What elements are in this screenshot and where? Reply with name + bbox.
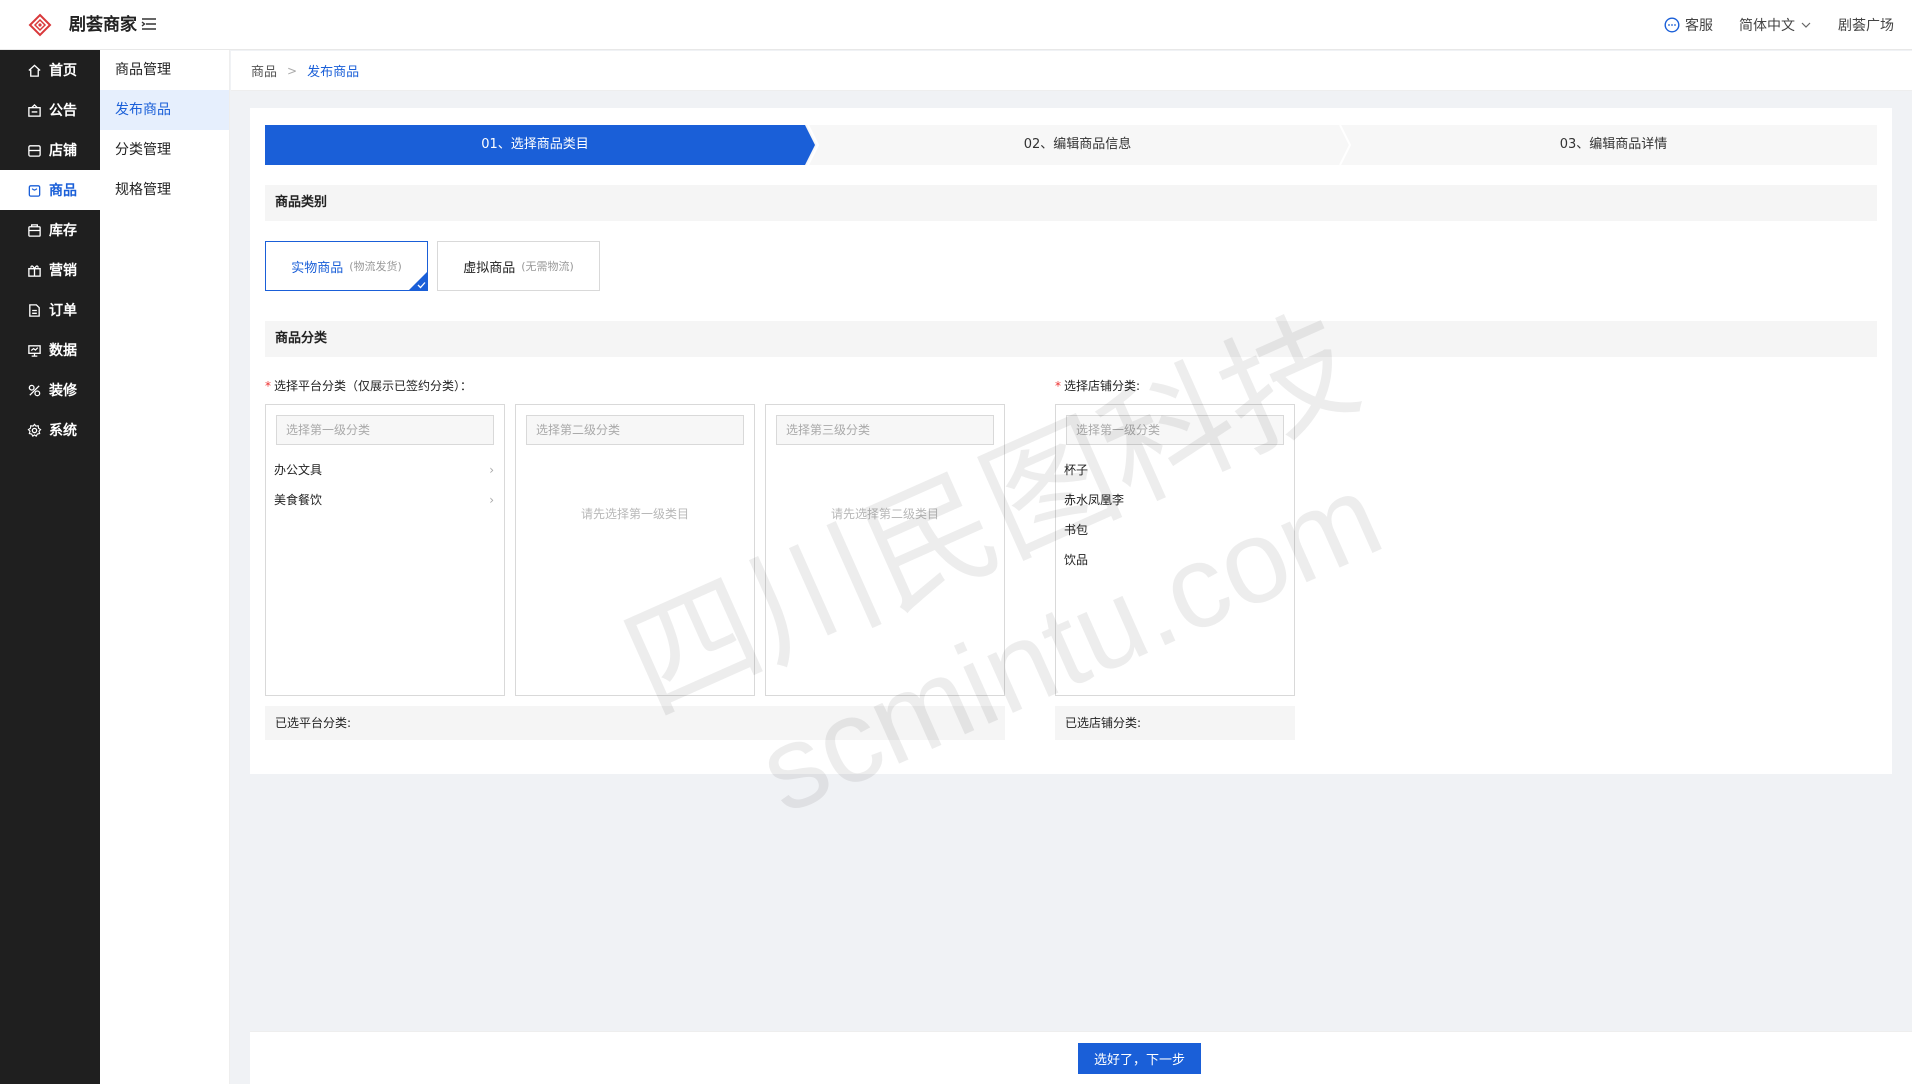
plaza-link[interactable]: 剧荟广场 [1838,15,1894,35]
type-card-label: 实物商品 [291,260,344,276]
list-item-label: 美食餐饮 [274,493,323,507]
checkmark-corner-icon [409,272,427,290]
order-icon [29,303,40,317]
chevron-right-icon: › [489,463,494,477]
level2-empty-hint: 请先选择第一级类目 [580,507,689,521]
nav-label: 系统 [49,423,77,439]
list-item[interactable]: 办公文具 › [266,455,504,485]
main-sidebar: 首页 公告 店铺 商品 库存 营销 订单 数据 装修 系统 [0,50,100,1084]
bottom-action-bar: 选好了，下一步 [250,1031,1912,1084]
nav-label: 店铺 [49,143,77,159]
service-label: 客服 [1685,18,1713,34]
required-mark: * [265,379,271,393]
customer-service-link[interactable]: 客服 [1664,15,1713,35]
platform-level1-box: 办公文具 › 美食餐饮 › [265,404,505,696]
plaza-label: 剧荟广场 [1838,18,1894,34]
gift-icon [28,264,41,277]
nav-label: 数据 [49,343,77,359]
inventory-icon [28,223,41,237]
nav-label: 装修 [49,383,77,399]
store-label-text: 选择店铺分类: [1064,379,1141,393]
store-selected-bar: 已选店铺分类: [1055,706,1295,740]
breadcrumb-parent[interactable]: 商品 [251,61,277,80]
nav-item-system[interactable]: 系统 [0,410,100,450]
nav-label: 库存 [49,223,77,239]
breadcrumb: 商品 > 发布商品 [231,51,1912,91]
type-card-label: 虚拟商品 [463,260,516,276]
platform-category-label: * 选择平台分类（仅展示已签约分类）： [265,377,472,394]
type-card-virtual[interactable]: 虚拟商品 (无需物流) [437,241,600,291]
type-card-hint: (无需物流) [521,260,574,273]
nav-item-marketing[interactable]: 营销 [0,250,100,290]
platform-level3-box: 请先选择第二级类目 [765,404,1005,696]
subnav-item-goods-manage[interactable]: 商品管理 [100,50,229,90]
section-title-type: 商品类别 [265,185,1877,221]
nav-label: 订单 [49,303,77,319]
language-label: 简体中文 [1739,18,1795,34]
step-indicator: 01、选择商品类目 02、编辑商品信息 03、编辑商品详情 [265,125,1877,165]
breadcrumb-separator-icon: > [287,63,298,78]
subnav-item-spec-manage[interactable]: 规格管理 [100,170,229,210]
data-icon [28,344,41,357]
chevron-down-icon [1801,22,1811,28]
nav-item-orders[interactable]: 订单 [0,290,100,330]
step-1: 01、选择商品类目 [481,137,589,152]
nav-item-announcement[interactable]: 公告 [0,90,100,130]
list-item[interactable]: 赤水凤凰李 [1056,485,1294,515]
chat-icon [1664,17,1680,33]
nav-item-store[interactable]: 店铺 [0,130,100,170]
required-mark: * [1055,379,1061,393]
publish-panel: 01、选择商品类目 02、编辑商品信息 03、编辑商品详情 商品类别 实物商品 … [250,108,1892,774]
platform-level1-search-input[interactable] [276,415,494,445]
language-select[interactable]: 简体中文 [1739,15,1812,35]
nav-item-goods[interactable]: 商品 [0,170,100,210]
sub-sidebar: 商品管理 发布商品 分类管理 规格管理 [100,50,230,1084]
list-item-label: 办公文具 [274,463,323,477]
brand-name: 剧荟商家 [69,15,137,35]
subnav-item-publish-goods[interactable]: 发布商品 [100,90,229,130]
decorate-icon [28,384,41,396]
list-item[interactable]: 饮品 [1056,545,1294,575]
top-header: 剧荟商家 客服 简体中文 剧荟广场 [0,0,1912,50]
nav-item-decorate[interactable]: 装修 [0,370,100,410]
home-icon [28,63,41,77]
store-icon [28,144,41,157]
nav-item-inventory[interactable]: 库存 [0,210,100,250]
nav-label: 商品 [49,183,77,199]
step-3: 03、编辑商品详情 [1559,137,1668,152]
subnav-item-category-manage[interactable]: 分类管理 [100,130,229,170]
announcement-icon [28,103,41,117]
nav-label: 公告 [49,103,77,119]
settings-icon [27,423,42,437]
platform-selected-bar: 已选平台分类: [265,706,1005,740]
list-item[interactable]: 美食餐饮 › [266,485,504,515]
platform-level2-box: 请先选择第一级类目 [515,404,755,696]
store-category-list: 杯子 赤水凤凰李 书包 饮品 [1056,455,1294,575]
list-item[interactable]: 书包 [1056,515,1294,545]
store-category-box: 杯子 赤水凤凰李 书包 饮品 [1055,404,1295,696]
store-level1-search-input[interactable] [1066,415,1284,445]
section-title-category: 商品分类 [265,321,1877,357]
step-2: 02、编辑商品信息 [1023,137,1132,152]
bag-icon [28,184,41,197]
breadcrumb-current: 发布商品 [307,65,360,80]
level3-empty-hint: 请先选择第二级类目 [830,507,939,521]
platform-level1-list: 办公文具 › 美食餐饮 › [266,455,504,515]
nav-item-data[interactable]: 数据 [0,330,100,370]
list-item[interactable]: 杯子 [1056,455,1294,485]
platform-level2-search-input[interactable] [526,415,744,445]
platform-level3-search-input[interactable] [776,415,994,445]
nav-label: 首页 [49,63,77,79]
chevron-right-icon: › [489,493,494,507]
next-step-button[interactable]: 选好了，下一步 [1078,1043,1201,1074]
platform-label-text: 选择平台分类（仅展示已签约分类）： [274,379,473,393]
nav-item-home[interactable]: 首页 [0,50,100,90]
type-card-physical[interactable]: 实物商品 (物流发货) [265,241,428,291]
store-category-label: * 选择店铺分类: [1055,377,1140,394]
type-card-hint: (物流发货) [349,260,402,273]
nav-label: 营销 [49,263,77,279]
brand-logo-icon [28,13,52,37]
menu-collapse-icon[interactable] [140,15,158,33]
